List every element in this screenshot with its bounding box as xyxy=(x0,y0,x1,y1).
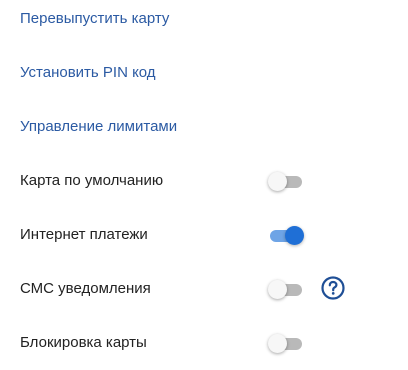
setting-row-internet-payments: Интернет платежи xyxy=(20,222,360,248)
block-card-label: Блокировка карты xyxy=(20,334,147,351)
toggle-knob xyxy=(268,334,287,353)
setting-row-default-card: Карта по умолчанию xyxy=(20,168,360,194)
block-card-toggle[interactable] xyxy=(268,333,304,353)
setting-row-sms-notifications: СМС уведомления xyxy=(20,276,360,302)
sms-notifications-toggle[interactable] xyxy=(268,279,304,299)
reissue-card-link[interactable]: Перевыпустить карту xyxy=(20,10,169,28)
sms-notifications-label: СМС уведомления xyxy=(20,280,151,297)
question-circle-icon[interactable] xyxy=(321,276,345,300)
setting-row-block-card: Блокировка карты xyxy=(20,330,360,356)
set-pin-link[interactable]: Установить PIN код xyxy=(20,64,156,82)
internet-payments-label: Интернет платежи xyxy=(20,226,148,243)
manage-limits-link[interactable]: Управление лимитами xyxy=(20,118,177,136)
default-card-label: Карта по умолчанию xyxy=(20,172,164,189)
toggle-knob xyxy=(268,280,287,299)
internet-payments-toggle[interactable] xyxy=(268,225,304,245)
toggle-knob xyxy=(268,172,287,191)
toggle-knob xyxy=(285,226,304,245)
default-card-toggle[interactable] xyxy=(268,171,304,191)
